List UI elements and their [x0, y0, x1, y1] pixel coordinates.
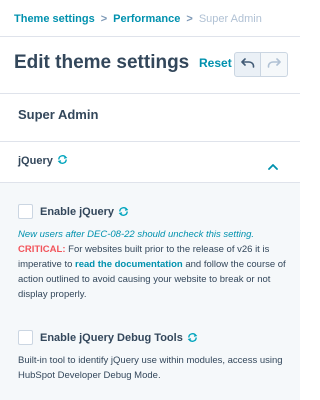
undo-icon	[240, 56, 255, 74]
read-documentation-link[interactable]: read the documentation	[75, 259, 183, 270]
redo-button[interactable]	[261, 52, 288, 77]
chevron-up-icon	[268, 157, 278, 175]
breadcrumb-separator: >	[100, 13, 108, 25]
divider	[0, 36, 300, 37]
jquery-note: New users after DEC-08-22 should uncheck…	[18, 229, 255, 240]
enable-jquery-description: New users after DEC-08-22 should uncheck…	[18, 227, 288, 302]
enable-jquery-debug-option: Enable jQuery Debug Tools	[18, 330, 198, 345]
section-title: Super Admin	[18, 107, 99, 122]
accordion-title: jQuery	[18, 155, 53, 167]
enable-jquery-checkbox[interactable]	[18, 204, 33, 219]
undo-button[interactable]	[234, 52, 261, 77]
jquery-settings-panel: Enable jQuery New users after DEC-08-22 …	[0, 183, 300, 400]
sync-icon	[118, 206, 129, 217]
sync-icon	[57, 154, 68, 168]
enable-jquery-option: Enable jQuery	[18, 204, 129, 219]
breadcrumb: Theme settings > Performance > Super Adm…	[14, 12, 262, 26]
breadcrumb-super-admin: Super Admin	[198, 13, 262, 25]
page-title: Edit theme settings	[14, 52, 190, 73]
enable-jquery-debug-description: Built-in tool to identify jQuery use wit…	[18, 355, 283, 381]
sync-icon	[187, 332, 198, 343]
accordion-label: jQuery	[18, 154, 68, 168]
jquery-accordion-header[interactable]: jQuery	[0, 142, 300, 182]
reset-button[interactable]: Reset	[199, 56, 232, 70]
enable-jquery-debug-label[interactable]: Enable jQuery Debug Tools	[40, 332, 183, 344]
divider	[0, 93, 300, 94]
breadcrumb-theme-settings[interactable]: Theme settings	[14, 13, 95, 25]
enable-jquery-debug-checkbox[interactable]	[18, 330, 33, 345]
breadcrumb-performance[interactable]: Performance	[113, 13, 180, 25]
enable-jquery-label[interactable]: Enable jQuery	[40, 206, 114, 218]
history-button-group	[234, 52, 288, 77]
redo-icon	[267, 56, 281, 74]
critical-label: CRITICAL:	[18, 244, 66, 255]
breadcrumb-separator: >	[186, 13, 193, 25]
